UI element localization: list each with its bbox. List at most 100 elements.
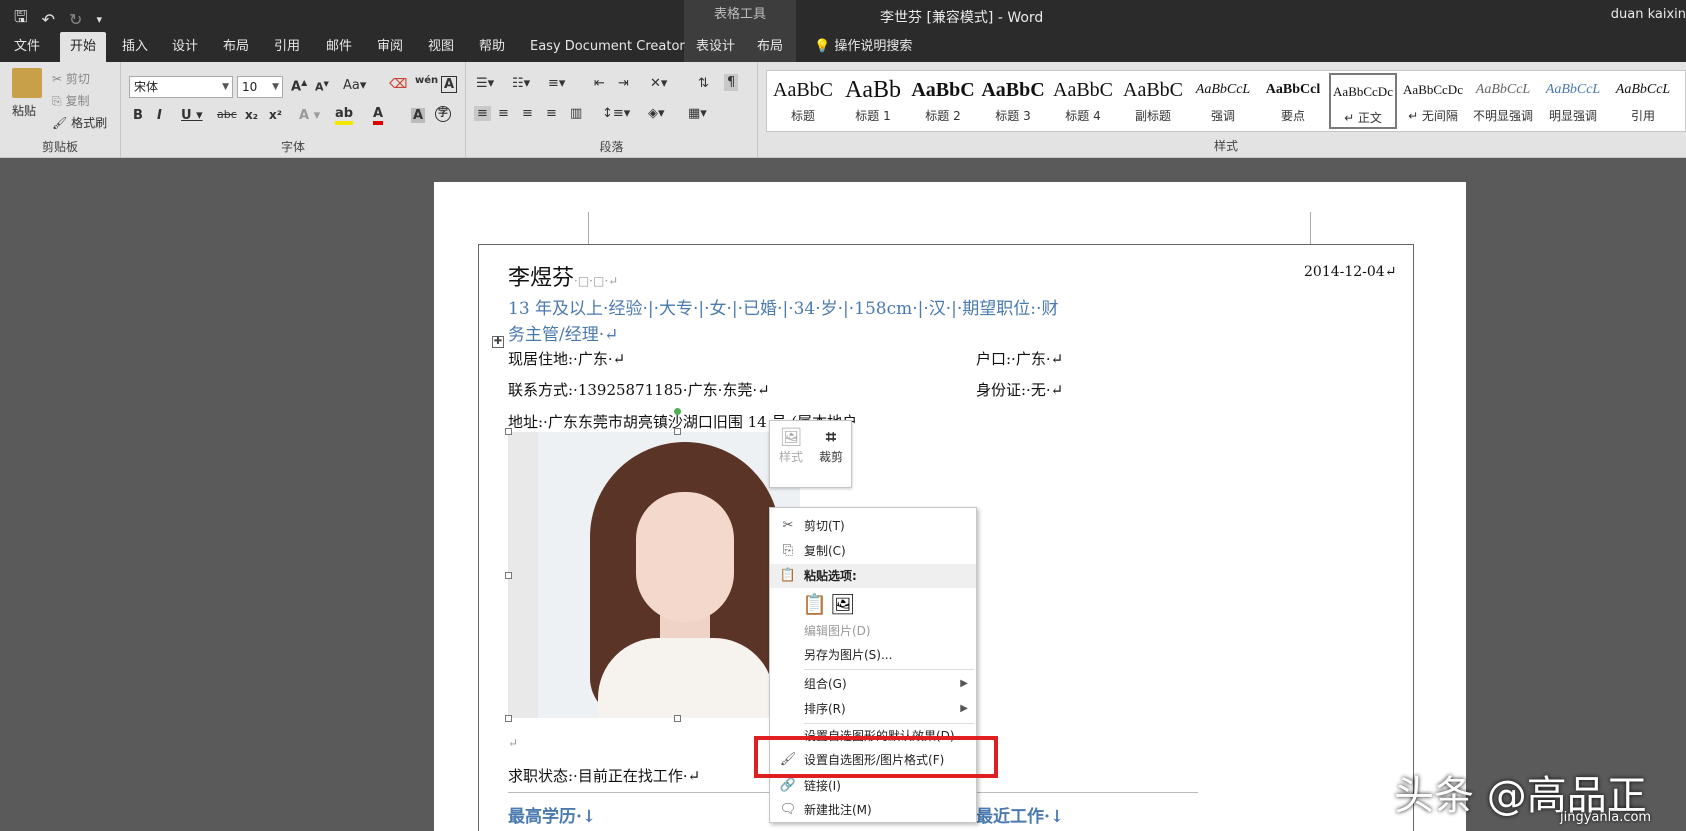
style-subtle-emphasis[interactable]: AaBbCcL 不明显强调 bbox=[1469, 73, 1537, 129]
tab-table-design[interactable]: 表设计 bbox=[686, 32, 745, 62]
underline-icon[interactable]: U ▾ bbox=[181, 108, 203, 123]
copy-icon: ⎘ bbox=[782, 543, 794, 558]
tab-view[interactable]: 视图 bbox=[418, 32, 464, 62]
pinyin-guide-icon[interactable]: wén bbox=[415, 75, 438, 86]
sort-icon[interactable]: ⇅ bbox=[698, 76, 709, 91]
cut-button[interactable]: ✂ 剪切 bbox=[52, 70, 90, 87]
distribute-icon[interactable]: ▥ bbox=[570, 106, 582, 121]
resize-handle[interactable] bbox=[505, 572, 512, 579]
menu-new-comment[interactable]: 🗨 新建批注(M) bbox=[770, 798, 976, 822]
superscript-icon[interactable]: x² bbox=[269, 108, 282, 122]
change-case-icon[interactable]: Aa▾ bbox=[343, 78, 366, 93]
align-center-icon[interactable]: ≡ bbox=[498, 106, 509, 121]
decrease-indent-icon[interactable]: ⇤ bbox=[594, 76, 605, 91]
justify-icon[interactable]: ≡ bbox=[546, 106, 557, 121]
style-subtitle[interactable]: AaBbC 副标题 bbox=[1119, 73, 1187, 129]
resize-handle[interactable] bbox=[674, 428, 681, 435]
format-painter-button[interactable]: 🖌 格式刷 bbox=[52, 114, 107, 131]
tab-insert[interactable]: 插入 bbox=[112, 32, 158, 62]
menu-order[interactable]: 排序(R) ▶ bbox=[770, 697, 976, 721]
shrink-font-icon[interactable]: A▼ bbox=[315, 80, 329, 94]
menu-edit-picture[interactable]: 编辑图片(D) bbox=[770, 619, 976, 643]
menu-cut[interactable]: ✂ 剪切(T) bbox=[770, 514, 976, 538]
undo-icon[interactable]: ↶ bbox=[42, 10, 55, 29]
paste-option-keep-icon[interactable]: 📋 bbox=[802, 592, 827, 616]
customize-icon[interactable]: ▾ bbox=[96, 13, 102, 26]
char-shading-icon[interactable]: A bbox=[411, 108, 426, 123]
tab-layout[interactable]: 布局 bbox=[213, 32, 259, 62]
picture-style-button[interactable]: 🖼 样式 bbox=[772, 427, 810, 465]
chinese-layout-icon[interactable]: ✕▾ bbox=[650, 76, 667, 91]
style-heading-2[interactable]: AaBbC 标题 2 bbox=[909, 73, 977, 129]
menu-group[interactable]: 组合(G) ▶ bbox=[770, 672, 976, 696]
chevron-right-icon: ▶ bbox=[960, 678, 968, 689]
highlight-icon[interactable]: ab bbox=[335, 106, 354, 125]
char-border-icon[interactable]: A bbox=[441, 76, 458, 93]
subscript-icon[interactable]: x₂ bbox=[245, 108, 258, 122]
bullets-icon[interactable]: ☰▾ bbox=[476, 76, 494, 91]
resize-handle[interactable] bbox=[505, 715, 512, 722]
numbering-icon[interactable]: ☷▾ bbox=[512, 76, 530, 91]
tab-help[interactable]: 帮助 bbox=[469, 32, 515, 62]
style-quote[interactable]: AaBbCcL 引用 bbox=[1609, 73, 1677, 129]
style-strong[interactable]: AaBbCcl 要点 bbox=[1259, 73, 1327, 129]
bold-icon[interactable]: B bbox=[133, 108, 143, 123]
style-title[interactable]: AaBbC 标题 bbox=[769, 73, 837, 129]
redo-icon[interactable]: ↻ bbox=[69, 10, 82, 29]
paragraph-group: ☰▾ ☷▾ ≡▾ ⇤ ⇥ ✕▾ ⇅ ¶ ≡ ≡ ≡ ≡ ▥ ↕≡▾ ◈▾ ▦▾ … bbox=[466, 62, 758, 158]
align-left-icon[interactable]: ≡ bbox=[474, 106, 491, 121]
tab-home[interactable]: 开始 bbox=[60, 32, 107, 62]
user-name[interactable]: duan kaixin bbox=[1611, 7, 1686, 22]
style-heading-3[interactable]: AaBbC 标题 3 bbox=[979, 73, 1047, 129]
style-no-spacing[interactable]: AaBbCcDc ↵ 无间隔 bbox=[1399, 73, 1467, 129]
style-intense-emphasis[interactable]: AaBbCcL 明显强调 bbox=[1539, 73, 1607, 129]
ribbon: 粘贴 ✂ 剪切 ⎘ 复制 🖌 格式刷 剪贴板 宋体 ▼ 10 ▼ A▲ A▼ Aa▾… bbox=[0, 62, 1686, 158]
tab-review[interactable]: 审阅 bbox=[367, 32, 413, 62]
table-move-handle-icon[interactable]: ✚ bbox=[492, 336, 504, 348]
window-title: 李世芬 [兼容模式] - Word bbox=[880, 10, 1044, 26]
paste-button[interactable]: 粘贴 bbox=[12, 102, 36, 119]
tab-table-layout[interactable]: 布局 bbox=[747, 32, 793, 62]
menu-save-as-picture[interactable]: 另存为图片(S)... bbox=[770, 643, 976, 667]
paste-icon[interactable] bbox=[12, 68, 42, 98]
enclose-char-icon[interactable]: 字 bbox=[435, 106, 451, 122]
grow-font-icon[interactable]: A▲ bbox=[291, 78, 307, 94]
tab-references[interactable]: 引用 bbox=[264, 32, 310, 62]
strikethrough-icon[interactable]: abc bbox=[217, 108, 237, 121]
show-marks-icon[interactable]: ¶ bbox=[724, 74, 739, 91]
borders-icon[interactable]: ▦▾ bbox=[688, 106, 707, 121]
tab-easy-document-creator[interactable]: Easy Document Creator bbox=[520, 32, 695, 62]
italic-icon[interactable]: I bbox=[157, 108, 162, 123]
resize-handle[interactable] bbox=[674, 715, 681, 722]
style-normal[interactable]: AaBbCcDc ↵ 正文 bbox=[1329, 73, 1397, 129]
resize-handle[interactable] bbox=[505, 428, 512, 435]
text-effects-icon[interactable]: A ▾ bbox=[299, 108, 320, 123]
menu-copy[interactable]: ⎘ 复制(C) bbox=[770, 539, 976, 563]
profile-photo[interactable] bbox=[508, 432, 800, 718]
tab-design[interactable]: 设计 bbox=[162, 32, 208, 62]
scissors-icon: ✂ bbox=[52, 72, 63, 86]
tab-file[interactable]: 文件 bbox=[4, 32, 50, 62]
font-size-combo[interactable]: 10 ▼ bbox=[237, 76, 283, 98]
clipboard-label: 剪贴板 bbox=[41, 140, 78, 154]
shading-icon[interactable]: ◈▾ bbox=[648, 106, 665, 121]
multilevel-list-icon[interactable]: ≡▾ bbox=[548, 76, 565, 91]
font-color-icon[interactable]: A bbox=[373, 106, 384, 125]
save-icon[interactable]: 🖫 bbox=[14, 6, 28, 33]
paste-option-picture-icon[interactable]: 🖼 bbox=[830, 592, 855, 616]
font-name-combo[interactable]: 宋体 ▼ bbox=[129, 76, 233, 98]
line-spacing-icon[interactable]: ↕≡▾ bbox=[602, 106, 630, 121]
clear-format-icon[interactable]: ⌫ bbox=[389, 77, 407, 92]
comment-icon: 🗨 bbox=[779, 802, 797, 817]
copy-button[interactable]: ⎘ 复制 bbox=[52, 92, 89, 109]
increase-indent-icon[interactable]: ⇥ bbox=[618, 76, 629, 91]
crop-button[interactable]: ⌗ 裁剪 bbox=[812, 427, 850, 465]
scissors-icon: ✂ bbox=[782, 518, 794, 533]
tell-me-search[interactable]: 💡 操作说明搜索 bbox=[804, 32, 922, 62]
tab-mailings[interactable]: 邮件 bbox=[316, 32, 362, 62]
style-heading-1[interactable]: AaBb 标题 1 bbox=[839, 73, 907, 129]
style-heading-4[interactable]: AaBbC 标题 4 bbox=[1049, 73, 1117, 129]
align-right-icon[interactable]: ≡ bbox=[522, 106, 533, 121]
rotate-handle-icon[interactable] bbox=[674, 408, 681, 415]
style-emphasis[interactable]: AaBbCcL 强调 bbox=[1189, 73, 1257, 129]
